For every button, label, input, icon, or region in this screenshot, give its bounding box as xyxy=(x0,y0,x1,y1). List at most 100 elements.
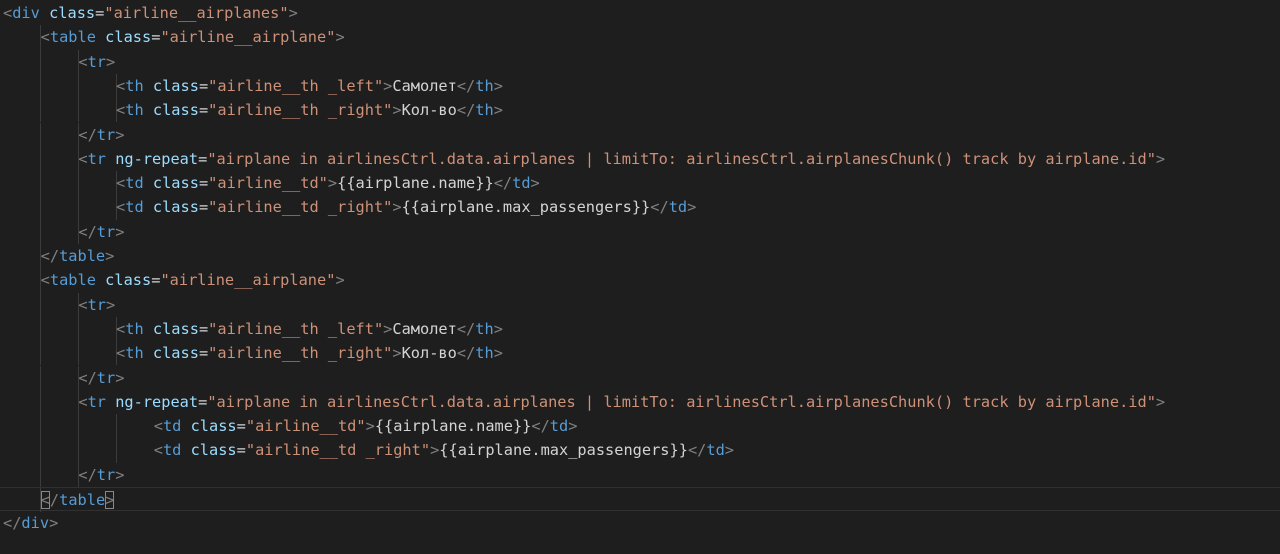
code-line[interactable]: <th class="airline__th _left">Самолет</t… xyxy=(0,316,1280,342)
code-line[interactable]: </tr> xyxy=(0,462,1280,487)
code-line[interactable]: </tr> xyxy=(0,122,1280,147)
operator-token: = xyxy=(198,174,209,193)
string-token: "airplane in airlinesCtrl.data.airplanes… xyxy=(207,392,1156,411)
bracket-token: </ xyxy=(456,344,476,363)
code-line[interactable]: <div class="airline__airplanes"> xyxy=(0,1,1280,25)
code-line[interactable]: <tr ng-repeat="airplane in airlinesCtrl.… xyxy=(0,146,1280,172)
tag-name-token: tr xyxy=(87,295,106,314)
tag-name-token: td xyxy=(125,198,144,217)
code-line[interactable]: <th class="airline__th _right">Кол-во</t… xyxy=(0,341,1280,366)
bracket-token: </ xyxy=(531,417,550,436)
indent-guide xyxy=(40,98,41,123)
text-token: {{airplane.name}} xyxy=(374,417,532,436)
operator-token: = xyxy=(198,392,208,411)
indent-guide xyxy=(40,146,41,172)
code-text: <div class="airline__airplanes"> xyxy=(3,1,298,25)
bracket-token: < xyxy=(78,149,88,168)
bracket-token: < xyxy=(78,392,88,411)
code-line[interactable]: </table> xyxy=(0,244,1280,269)
attribute-token: class xyxy=(190,441,237,460)
code-text: </tr> xyxy=(78,220,124,244)
code-line[interactable]: <td class="airline__td">{{airplane.name}… xyxy=(0,414,1280,439)
attribute-token: class xyxy=(152,319,199,338)
text-token: {{airplane.name}} xyxy=(337,174,494,193)
code-editor[interactable]: <div class="airline__airplanes"> <table c… xyxy=(0,0,1280,554)
bracket-token: </ xyxy=(456,319,476,338)
bracket-token: > xyxy=(724,441,735,460)
code-line[interactable]: </table> xyxy=(0,487,1280,513)
bracket-token: < xyxy=(116,319,126,338)
code-text: <td class="airline__td">{{airplane.name}… xyxy=(154,414,578,438)
code-line[interactable]: <th class="airline__th _left">Самолет</t… xyxy=(0,73,1280,99)
bracket-token: > xyxy=(105,247,115,265)
bracket-token: </ xyxy=(78,222,97,241)
operator-token: = xyxy=(198,198,209,217)
code-line[interactable]: <tr> xyxy=(0,49,1280,74)
bracket-token: > xyxy=(335,28,345,47)
indent-guide xyxy=(78,438,79,463)
attribute-token: ng-repeat xyxy=(115,149,199,168)
tag-name-token: tr xyxy=(87,52,106,71)
code-line[interactable]: <table class="airline__airplane"> xyxy=(0,268,1280,293)
code-line[interactable]: <tr ng-repeat="airplane in airlinesCtrl.… xyxy=(0,389,1280,415)
code-line[interactable]: </div> xyxy=(0,511,1280,535)
string-token: "airline__airplanes" xyxy=(104,4,289,22)
code-text: <th class="airline__th _left">Самолет</t… xyxy=(116,74,503,98)
bracket-token: > xyxy=(493,319,503,338)
bracket-token: > xyxy=(392,344,402,363)
tag-name-token: div xyxy=(12,4,40,22)
bracket-token: > xyxy=(383,319,393,338)
code-text: <th class="airline__th _right">Кол-во</t… xyxy=(116,341,503,365)
bracket-token: > xyxy=(115,125,125,144)
tag-name-token: th xyxy=(475,344,494,363)
bracket-token: > xyxy=(493,76,503,95)
code-text: </div> xyxy=(3,511,58,535)
attribute-token: class xyxy=(152,198,199,217)
code-line[interactable]: <td class="airline__td _right">{{airplan… xyxy=(0,195,1280,220)
code-line[interactable]: <tr> xyxy=(0,292,1280,317)
tag-name-token: table xyxy=(59,491,106,509)
operator-token: = xyxy=(198,344,209,363)
string-token: "airline__td _right" xyxy=(208,198,393,217)
bracket-token: > xyxy=(1155,149,1166,168)
code-line[interactable]: <td class="airline__td">{{airplane.name}… xyxy=(0,171,1280,196)
code-line[interactable]: <table class="airline__airplane"> xyxy=(0,25,1280,50)
bracket-token: > xyxy=(115,465,125,484)
code-text: <tr ng-repeat="airplane in airlinesCtrl.… xyxy=(78,147,1165,171)
code-line[interactable]: <td class="airline__td _right">{{airplan… xyxy=(0,438,1280,463)
tag-name-token: td xyxy=(125,174,144,193)
string-token: "airline__td" xyxy=(245,417,366,436)
code-line[interactable]: </tr> xyxy=(0,365,1280,390)
bracket-token: </ xyxy=(456,76,476,95)
bracket-token: > xyxy=(115,222,125,241)
indent-guide xyxy=(40,292,41,317)
bracket-token: > xyxy=(383,76,393,95)
bracket-token: </ xyxy=(650,198,669,217)
tag-name-token: table xyxy=(49,28,96,47)
code-line[interactable]: </tr> xyxy=(0,219,1280,244)
bracket-token: </ xyxy=(78,125,97,144)
bracket-token: < xyxy=(116,174,126,193)
tag-name-token: td xyxy=(549,417,569,436)
bracket-token: < xyxy=(116,344,126,363)
code-text: <th class="airline__th _left">Самолет</t… xyxy=(116,317,503,341)
code-text: <table class="airline__airplane"> xyxy=(41,268,345,292)
code-line[interactable]: <th class="airline__th _right">Кол-во</t… xyxy=(0,98,1280,123)
bracket-token: < xyxy=(78,295,88,314)
bracket-token: < xyxy=(3,4,13,22)
tag-name-token: tr xyxy=(87,149,106,168)
attribute-token: class xyxy=(152,174,199,193)
indent-guide xyxy=(40,389,41,415)
tag-name-token: tr xyxy=(96,125,116,144)
indent-guide xyxy=(78,341,79,366)
tag-name-token: table xyxy=(49,271,96,290)
operator-token: = xyxy=(236,441,246,460)
tag-name-token: div xyxy=(21,514,50,533)
matched-bracket: < xyxy=(40,491,50,509)
indent-guide xyxy=(78,171,79,196)
string-token: "airplane in airlinesCtrl.data.airplanes… xyxy=(207,149,1156,168)
